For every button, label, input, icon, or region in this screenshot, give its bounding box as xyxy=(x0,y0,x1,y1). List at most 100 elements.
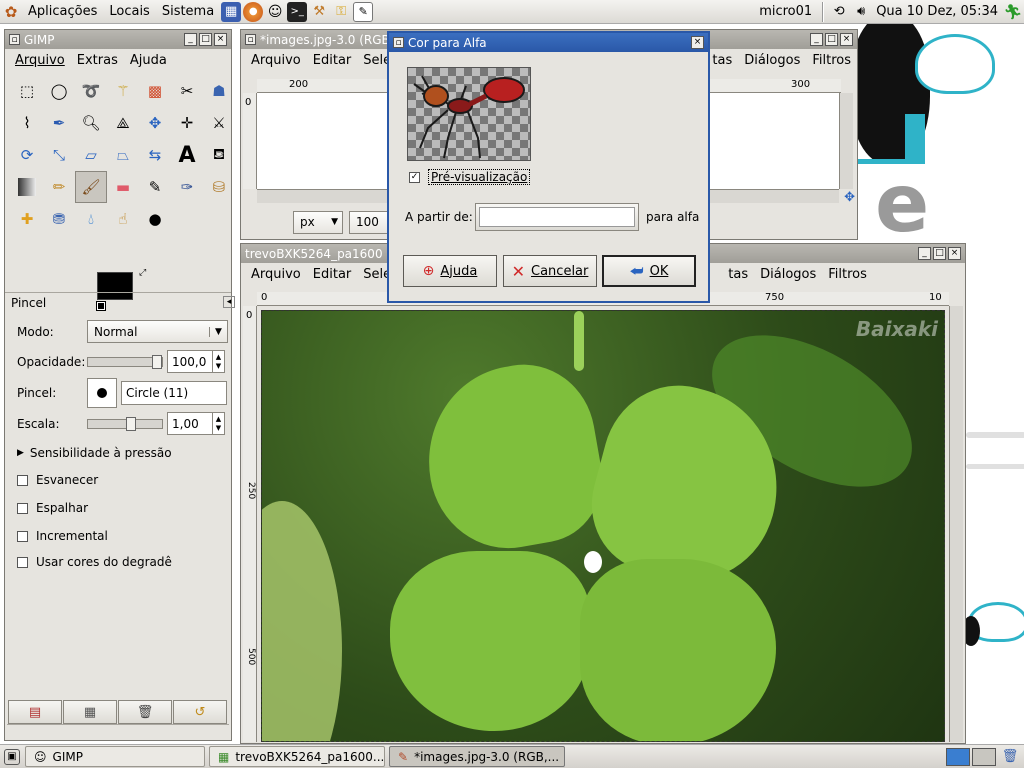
window-menu-icon[interactable]: ▫ xyxy=(245,34,256,45)
blur-icon[interactable]: 💧︎ xyxy=(75,203,107,235)
pencil-icon[interactable]: ✏ xyxy=(43,171,75,203)
checkbox[interactable] xyxy=(17,530,28,542)
check-fade[interactable]: Esvanecer xyxy=(17,473,98,487)
unit-combo[interactable]: px ▼ xyxy=(293,210,343,234)
workspace-2[interactable] xyxy=(972,747,996,766)
perspective-clone-icon[interactable]: ⛃ xyxy=(43,203,75,235)
window-menu-icon[interactable]: ▫ xyxy=(9,34,20,45)
close-button[interactable]: × xyxy=(948,247,961,260)
menu-system[interactable]: Sistema xyxy=(156,0,220,24)
text-icon[interactable]: A xyxy=(171,139,203,171)
eraser-icon[interactable]: ▬ xyxy=(107,171,139,203)
checkbox[interactable] xyxy=(17,502,28,514)
menu-arquivo[interactable]: Arquivo xyxy=(9,53,71,68)
keys-icon[interactable]: ⚿ xyxy=(331,2,351,22)
menu-dialogos[interactable]: Diálogos xyxy=(754,267,822,282)
show-desktop-icon[interactable]: ▣ xyxy=(4,748,20,765)
help-button[interactable]: ⊕ Ajuda xyxy=(403,255,497,287)
menu-ajuda[interactable]: Ajuda xyxy=(124,53,173,68)
paintbrush-icon[interactable]: 🖌︎ xyxy=(75,171,107,203)
menu-applications[interactable]: Aplicações xyxy=(22,0,103,24)
window-menu-icon[interactable]: ▫ xyxy=(393,37,404,48)
menu-dialogos[interactable]: Diálogos xyxy=(738,53,806,68)
perspective-icon[interactable]: ⏢ xyxy=(107,139,139,171)
rect-select-icon[interactable]: ⬚ xyxy=(11,75,43,107)
opacity-spin[interactable]: 100,0 ▲ ▼ xyxy=(167,350,225,373)
menu-filtros[interactable]: Filtros xyxy=(806,53,857,68)
launcher-app-icon[interactable]: ▦ xyxy=(221,1,242,22)
scissors-icon[interactable]: ✂ xyxy=(171,75,203,107)
image1-vscrollbar[interactable] xyxy=(839,93,853,189)
brush-preview[interactable] xyxy=(87,378,117,408)
maximize-button[interactable]: □ xyxy=(825,33,838,46)
crop-icon[interactable]: ⚔ xyxy=(203,107,235,139)
task-trevo[interactable]: ▦ trevoBXK5264_pa1600... xyxy=(209,746,385,767)
minimize-button[interactable]: _ xyxy=(184,33,197,46)
menu-arquivo[interactable]: Arquivo xyxy=(245,53,307,68)
image2-vscrollbar[interactable] xyxy=(949,306,963,742)
network-icon[interactable]: ⟲ xyxy=(829,2,849,22)
scale-spin[interactable]: 1,00 ▲ ▼ xyxy=(167,412,225,435)
menu-filtros[interactable]: Filtros xyxy=(822,267,873,282)
dodge-burn-icon[interactable]: ● xyxy=(139,203,171,235)
menu-places[interactable]: Locais xyxy=(103,0,155,24)
opacity-slider[interactable] xyxy=(87,354,163,369)
dialog-titlebar[interactable]: ▫ Cor para Alfa × xyxy=(389,33,708,52)
foreground-select-icon[interactable]: ☗ xyxy=(203,75,235,107)
bucket-fill-icon[interactable]: ⛾ xyxy=(203,139,235,171)
gimp-launcher-icon[interactable]: ☺ xyxy=(265,2,285,22)
move-icon[interactable]: ✥ xyxy=(139,107,171,139)
pane-menu-icon[interactable]: ◂ xyxy=(223,296,235,308)
terminal-icon[interactable]: >_ xyxy=(287,1,308,22)
tools-icon[interactable]: ⚒ xyxy=(309,2,329,22)
save-options-button[interactable]: ▤ xyxy=(8,700,62,724)
checkbox[interactable] xyxy=(17,474,28,486)
paths-icon[interactable]: ⌇ xyxy=(11,107,43,139)
spin-arrows-icon[interactable]: ▲ ▼ xyxy=(212,351,224,372)
menu-ferramentas[interactable]: tas xyxy=(722,267,754,282)
navigate-icon[interactable]: ✥ xyxy=(844,190,855,205)
airbrush-icon[interactable]: ✎ xyxy=(139,171,171,203)
minimize-button[interactable]: _ xyxy=(918,247,931,260)
toolbox-titlebar[interactable]: ▫ GIMP _ □ × xyxy=(5,30,231,49)
smudge-icon[interactable]: ☝ xyxy=(107,203,139,235)
clock[interactable]: Qua 10 Dez, 05:34 xyxy=(872,0,1002,24)
mode-combo[interactable]: Normal ▼ xyxy=(87,320,228,343)
blend-icon[interactable] xyxy=(18,178,36,196)
scale-slider-knob[interactable] xyxy=(126,416,136,431)
reset-options-button[interactable]: ↺ xyxy=(173,700,227,724)
ellipse-select-icon[interactable]: ◯ xyxy=(43,75,75,107)
minimize-button[interactable]: _ xyxy=(810,33,823,46)
opacity-slider-knob[interactable] xyxy=(152,354,162,369)
measure-icon[interactable]: ⟁ xyxy=(107,107,139,139)
shear-icon[interactable]: ▱ xyxy=(75,139,107,171)
zoom-icon[interactable]: 🔍︎ xyxy=(75,107,107,139)
flip-icon[interactable]: ⇆ xyxy=(139,139,171,171)
checkbox[interactable] xyxy=(17,556,28,568)
ink-icon[interactable]: ✑ xyxy=(171,171,203,203)
from-color-button[interactable] xyxy=(475,203,639,231)
menu-arquivo[interactable]: Arquivo xyxy=(245,267,307,282)
magic-wand-icon[interactable]: ⚚ xyxy=(107,75,139,107)
pressure-expander[interactable]: ▶ Sensibilidade à pressão xyxy=(17,446,172,460)
zoom-combo[interactable]: 100 xyxy=(349,210,389,234)
maximize-button[interactable]: □ xyxy=(933,247,946,260)
menu-ferramentas[interactable]: tas xyxy=(706,53,738,68)
menu-editar[interactable]: Editar xyxy=(307,267,358,282)
user-name[interactable]: micro01 xyxy=(753,0,818,24)
select-by-color-icon[interactable]: ▩ xyxy=(139,75,171,107)
restore-options-button[interactable]: ▦ xyxy=(63,700,117,724)
preview-toggle[interactable]: ✓ Pré-visualização xyxy=(409,169,531,185)
scale-icon[interactable]: ⤡ xyxy=(43,139,75,171)
close-button[interactable]: × xyxy=(214,33,227,46)
rotate-icon[interactable]: ⟳ xyxy=(11,139,43,171)
spin-arrows-icon-2[interactable]: ▲ ▼ xyxy=(212,413,224,434)
brush-name-field[interactable]: Circle (11) xyxy=(121,381,227,405)
task-images[interactable]: ✎ *images.jpg-3.0 (RGB,... xyxy=(389,746,565,767)
close-button[interactable]: × xyxy=(840,33,853,46)
menu-extras[interactable]: Extras xyxy=(71,53,124,68)
cancel-button[interactable]: ✕ Cancelar xyxy=(503,255,597,287)
align-icon[interactable]: ✛ xyxy=(171,107,203,139)
clone-icon[interactable]: ⛁ xyxy=(203,171,235,203)
menu-editar[interactable]: Editar xyxy=(307,53,358,68)
